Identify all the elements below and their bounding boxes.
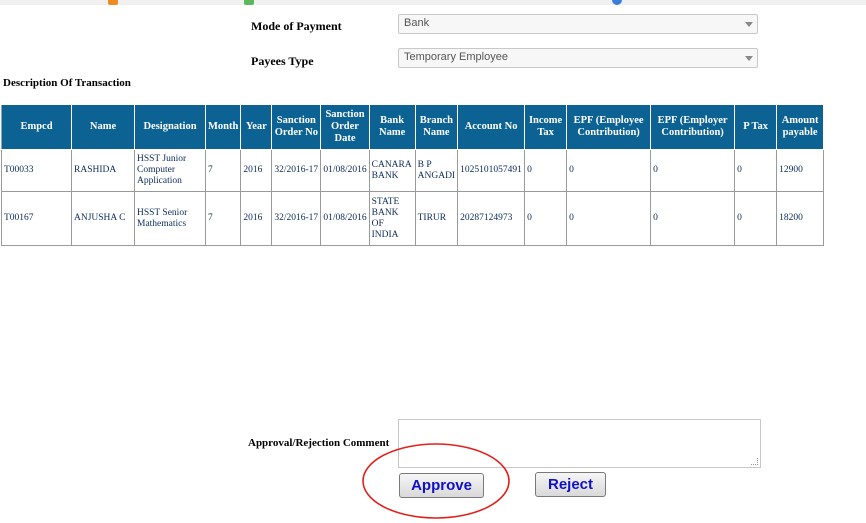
branch-name-cell: B P ANGADI [414, 149, 459, 192]
designation-cell: HSST Junior Computer Application [134, 149, 206, 192]
branch-name-cell: TIRUR [414, 191, 459, 246]
empcd-cell: T00033 [1, 149, 72, 192]
table-row: T00033 RASHIDA HSST Junior Computer Appl… [1, 149, 825, 192]
bookmarks-bar [0, 0, 866, 5]
payees-type-value: Temporary Employee [404, 51, 508, 63]
year-cell: 2016 [240, 191, 273, 246]
column-header: Bank Name [368, 104, 416, 150]
section-title: Description Of Transaction [3, 77, 131, 89]
sanction-order-date-cell: 01/08/2016 [320, 149, 370, 192]
dropdown-arrow-icon [745, 22, 753, 27]
resize-grip-icon[interactable] [751, 458, 758, 465]
bank-name-cell: STATE BANK OF INDIA [368, 191, 416, 246]
dropdown-arrow-icon [745, 56, 753, 61]
column-header: Branch Name [414, 104, 459, 150]
amount-payable-cell: 12900 [776, 149, 825, 192]
p-tax-cell: 0 [734, 149, 778, 192]
month-cell: 7 [204, 191, 242, 246]
bookmark-icon[interactable] [244, 0, 254, 5]
year-cell: 2016 [240, 149, 273, 192]
mode-of-payment-select[interactable]: Bank [398, 14, 758, 34]
column-header: EPF (Employee Contribution) [566, 104, 652, 150]
comment-label: Approval/Rejection Comment [248, 437, 390, 449]
epf-employee-cell: 0 [566, 191, 652, 246]
designation-cell: HSST Senior Mathematics [134, 191, 206, 246]
transaction-table: Empcd Name Designation Month Year Sancti… [1, 104, 825, 246]
column-header: Year [240, 104, 273, 150]
column-header: P Tax [734, 104, 778, 150]
reject-button[interactable]: Reject [535, 472, 606, 497]
bank-name-cell: CANARA BANK [368, 149, 416, 192]
account-no-cell: 20287124973 [457, 191, 526, 246]
column-header: Month [204, 104, 242, 150]
empcd-cell: T00167 [1, 191, 72, 246]
table-row: T00167 ANJUSHA C HSST Senior Mathematics… [1, 191, 825, 246]
mode-of-payment-value: Bank [404, 17, 430, 29]
p-tax-cell: 0 [734, 191, 778, 246]
sanction-order-no-cell: 32/2016-17 [271, 149, 322, 192]
bookmark-icon[interactable] [612, 0, 622, 5]
income-tax-cell: 0 [524, 149, 568, 192]
approve-button[interactable]: Approve [399, 473, 484, 498]
sanction-order-date-cell: 01/08/2016 [320, 191, 370, 246]
sanction-order-no-cell: 32/2016-17 [271, 191, 322, 246]
month-cell: 7 [204, 149, 242, 192]
column-header: Income Tax [524, 104, 568, 150]
epf-employee-cell: 0 [566, 149, 652, 192]
name-cell: RASHIDA [71, 149, 135, 192]
amount-payable-cell: 18200 [776, 191, 825, 246]
comment-textarea[interactable] [398, 419, 761, 468]
income-tax-cell: 0 [524, 191, 568, 246]
column-header: Sanction Order Date [320, 104, 370, 150]
account-no-cell: 1025101057491 [457, 149, 526, 192]
epf-employer-cell: 0 [650, 149, 736, 192]
column-header: Account No [457, 104, 526, 150]
column-header: Name [71, 104, 135, 150]
payees-type-select[interactable]: Temporary Employee [398, 48, 758, 68]
payees-type-label: Payees Type [251, 54, 314, 68]
mode-of-payment-label: Mode of Payment [251, 19, 342, 33]
epf-employer-cell: 0 [650, 191, 736, 246]
column-header: Designation [134, 104, 206, 150]
column-header: Empcd [1, 104, 72, 150]
bookmark-icon[interactable] [108, 0, 118, 5]
name-cell: ANJUSHA C [71, 191, 135, 246]
column-header: EPF (Employer Contribution) [650, 104, 736, 150]
column-header: Amount payable [776, 104, 825, 150]
column-header: Sanction Order No [271, 104, 322, 150]
table-header-row: Empcd Name Designation Month Year Sancti… [1, 104, 825, 150]
